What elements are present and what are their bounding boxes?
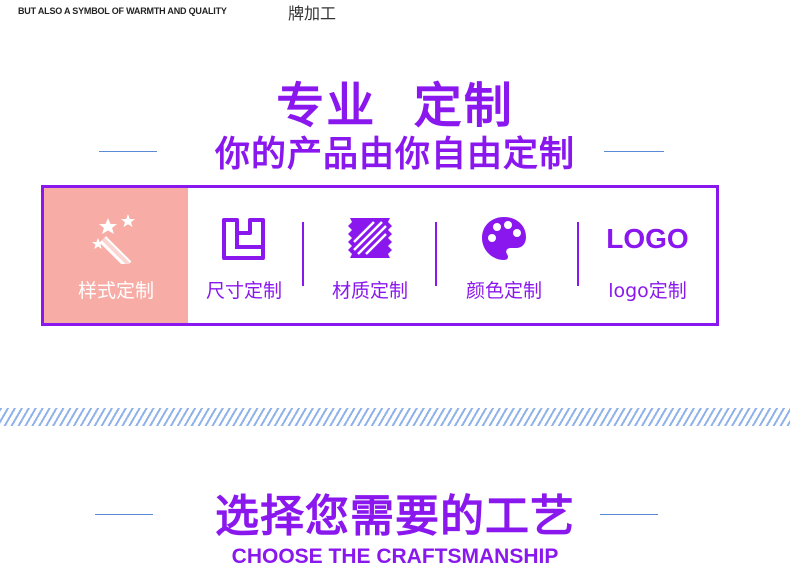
logo-icon-text: LOGO	[606, 223, 689, 254]
section-subtitle-row: 你的产品由你自由定制	[0, 126, 790, 175]
magic-wand-icon	[44, 214, 188, 264]
option-color-label: 颜色定制	[465, 280, 542, 302]
right-divider-line	[600, 514, 658, 515]
option-style[interactable]: 样式定制	[44, 188, 188, 323]
header-cn-fragment: 牌加工	[288, 4, 337, 23]
option-size-label: 尺寸定制	[205, 280, 282, 302]
option-color[interactable]: 颜色定制	[437, 188, 571, 323]
right-divider-line	[604, 151, 664, 152]
option-style-label: 样式定制	[77, 280, 154, 302]
craft-title: 选择您需要的工艺	[215, 491, 575, 542]
option-material-label: 材质定制	[331, 280, 408, 302]
size-icon	[188, 214, 300, 264]
section-subtitle: 你的产品由你自由定制	[214, 135, 575, 175]
diagonal-stripe-divider	[0, 408, 790, 426]
logo-icon: LOGO	[579, 214, 716, 264]
customization-options-panel: 样式定制 尺寸定制 材质定制 颜色定制 LOGO logo定制	[41, 185, 719, 326]
tagline: BUT ALSO A SYMBOL OF WARMTH AND QUALITY	[18, 6, 227, 16]
fabric-icon	[304, 214, 436, 264]
option-logo-label: logo定制	[608, 280, 687, 302]
craft-subtitle: CHOOSE THE CRAFTSMANSHIP	[231, 545, 559, 568]
palette-icon	[437, 214, 571, 264]
option-material[interactable]: 材质定制	[304, 188, 436, 323]
option-logo[interactable]: LOGO logo定制	[579, 188, 716, 323]
option-size[interactable]: 尺寸定制	[188, 188, 300, 323]
